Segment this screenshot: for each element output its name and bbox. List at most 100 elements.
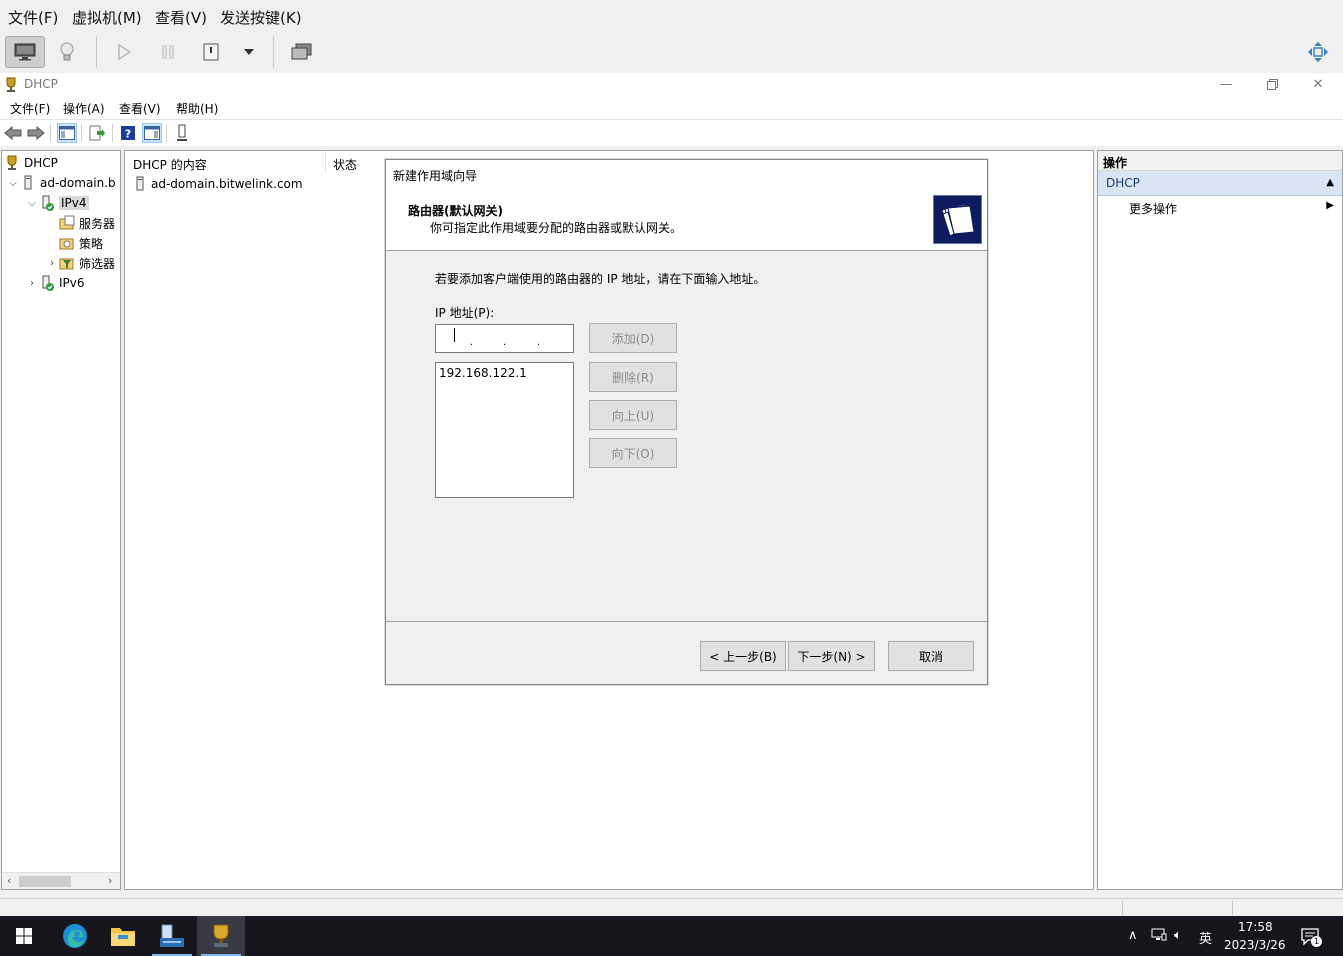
- export-list-button[interactable]: [87, 123, 107, 143]
- clock-time[interactable]: 17:58: [1238, 920, 1273, 934]
- shutdown-button[interactable]: [191, 36, 231, 68]
- monitor-icon: [14, 43, 36, 61]
- chevron-right-icon[interactable]: ›: [25, 278, 39, 289]
- toolbar-separator: [273, 36, 274, 68]
- dhcp-trophy-icon: [213, 924, 229, 947]
- tree-node-filters[interactable]: › 筛选器: [45, 253, 115, 273]
- console-tree: DHCP ⌵ ad-domain.b ⌵ IPv4 服务器 策略 › 筛选器 ›…: [1, 150, 121, 890]
- folders-icon: [941, 203, 975, 237]
- next-button[interactable]: 下一步(N) >: [788, 641, 875, 671]
- scroll-thumb[interactable]: [19, 876, 71, 887]
- ip-address-input[interactable]: . . .: [435, 324, 574, 353]
- taskbar-edge[interactable]: [51, 916, 99, 956]
- start-button[interactable]: [0, 916, 48, 956]
- server-options-icon: [59, 215, 75, 230]
- remove-button[interactable]: 删除(R): [589, 362, 677, 392]
- tree-node-ipv6[interactable]: › IPv6: [25, 273, 85, 293]
- tray-chevron-up-icon[interactable]: ∧: [1128, 928, 1138, 943]
- ime-indicator[interactable]: 英: [1199, 928, 1212, 947]
- ipv4-icon: [42, 195, 54, 211]
- volume-icon[interactable]: 🔈︎: [1174, 928, 1182, 943]
- tree-node-policies[interactable]: 策略: [45, 233, 103, 253]
- forward-button[interactable]: [26, 123, 46, 143]
- vm-menu-sendkey[interactable]: 发送按键(K): [220, 7, 302, 28]
- toolbar-separator: [166, 124, 167, 142]
- tree-node-server-options[interactable]: 服务器: [45, 213, 115, 233]
- wizard-title: 新建作用域向导: [386, 160, 987, 188]
- scroll-right-icon[interactable]: ›: [108, 874, 112, 887]
- status-divider: [1232, 901, 1233, 915]
- help-icon: ?: [121, 126, 135, 141]
- chevron-right-icon[interactable]: ›: [45, 258, 59, 269]
- actions-group-label: DHCP: [1106, 176, 1140, 190]
- wizard-heading: 路由器(默认网关): [408, 204, 503, 218]
- window-titlebar: DHCP — ✕: [0, 73, 1343, 96]
- server-icon: [136, 176, 144, 191]
- help-button[interactable]: ?: [118, 123, 138, 143]
- more-actions-item[interactable]: 更多操作 ▶: [1098, 196, 1342, 218]
- clock-date[interactable]: 2023/3/26: [1224, 938, 1286, 952]
- mmc-menubar: 文件(F) 操作(A) 查看(V) 帮助(H): [0, 96, 1343, 118]
- menu-help[interactable]: 帮助(H): [176, 100, 218, 117]
- close-icon: ✕: [1312, 76, 1324, 92]
- console-view-button[interactable]: [5, 36, 45, 68]
- scroll-left-icon[interactable]: ‹: [7, 874, 11, 887]
- wizard-footer-divider: [386, 621, 987, 622]
- toolbar-separator: [81, 124, 82, 142]
- notification-count-badge: 1: [1311, 936, 1322, 947]
- network-icon[interactable]: [1151, 928, 1167, 946]
- lightbulb-icon: [60, 42, 74, 61]
- column-header-name[interactable]: DHCP 的内容: [125, 151, 325, 173]
- pause-button[interactable]: [148, 36, 188, 68]
- minimize-icon: —: [1219, 76, 1233, 92]
- back-button[interactable]: [3, 123, 23, 143]
- windows-taskbar: ∧ 🔈︎ 英 17:58 2023/3/26 1: [0, 916, 1343, 956]
- move-down-button[interactable]: 向下(O): [589, 438, 677, 468]
- minimize-button[interactable]: —: [1203, 73, 1249, 95]
- show-hide-tree-button[interactable]: [57, 123, 77, 143]
- tree-horizontal-scrollbar[interactable]: ‹ ›: [2, 872, 120, 889]
- dhcp-trophy-icon: [6, 77, 16, 92]
- list-item[interactable]: 192.168.122.1: [439, 366, 570, 380]
- vm-menu-vm[interactable]: 虚拟机(M): [72, 7, 142, 28]
- menu-view[interactable]: 查看(V): [119, 100, 161, 117]
- server-properties-button[interactable]: [172, 123, 192, 143]
- ip-octet-dot: .: [503, 337, 507, 348]
- add-button[interactable]: 添加(D): [589, 323, 677, 353]
- tree-label: IPv6: [59, 276, 85, 290]
- chevron-down-icon[interactable]: ⌵: [25, 198, 39, 209]
- tree-node-dhcp[interactable]: DHCP: [4, 153, 58, 173]
- tree-node-ipv4[interactable]: ⌵ IPv4: [25, 193, 89, 213]
- more-actions-label: 更多操作: [1129, 202, 1178, 216]
- actions-header: 操作: [1098, 151, 1342, 171]
- vm-menu-file[interactable]: 文件(F): [8, 7, 58, 28]
- snapshot-button[interactable]: [282, 36, 322, 68]
- wizard-header: 路由器(默认网关) 你可指定此作用域要分配的路由器或默认网关。: [386, 188, 987, 251]
- restore-button[interactable]: [1249, 73, 1295, 95]
- power-dropdown-button[interactable]: [229, 36, 269, 68]
- chevron-down-icon[interactable]: ⌵: [6, 178, 20, 189]
- taskbar-file-explorer[interactable]: [99, 916, 147, 956]
- actions-group-dhcp[interactable]: DHCP ▲: [1098, 171, 1342, 196]
- play-icon: [118, 43, 132, 61]
- fullscreen-button[interactable]: [1298, 36, 1338, 68]
- router-ip-list[interactable]: 192.168.122.1: [435, 362, 574, 498]
- show-action-pane-button[interactable]: [142, 123, 162, 143]
- menu-action[interactable]: 操作(A): [63, 100, 105, 117]
- details-view-button[interactable]: [47, 36, 87, 68]
- taskbar-server-manager[interactable]: [148, 916, 196, 956]
- taskbar-dhcp[interactable]: [197, 916, 245, 956]
- back-button[interactable]: < 上一步(B): [700, 641, 786, 671]
- cancel-button[interactable]: 取消: [888, 641, 974, 671]
- new-scope-wizard-dialog: 新建作用域向导 路由器(默认网关) 你可指定此作用域要分配的路由器或默认网关。 …: [385, 159, 988, 685]
- close-button[interactable]: ✕: [1295, 73, 1341, 95]
- power-on-button[interactable]: [104, 36, 144, 68]
- notification-center-button[interactable]: 1: [1300, 926, 1322, 948]
- tree-node-server[interactable]: ⌵ ad-domain.b: [6, 173, 116, 193]
- menu-file[interactable]: 文件(F): [10, 100, 50, 117]
- collapse-up-icon[interactable]: ▲: [1326, 177, 1334, 188]
- vm-menu-view[interactable]: 查看(V): [155, 7, 207, 28]
- move-up-button[interactable]: 向上(U): [589, 400, 677, 430]
- list-item[interactable]: ad-domain.bitwelink.com: [133, 176, 303, 192]
- server-icon: [177, 124, 187, 141]
